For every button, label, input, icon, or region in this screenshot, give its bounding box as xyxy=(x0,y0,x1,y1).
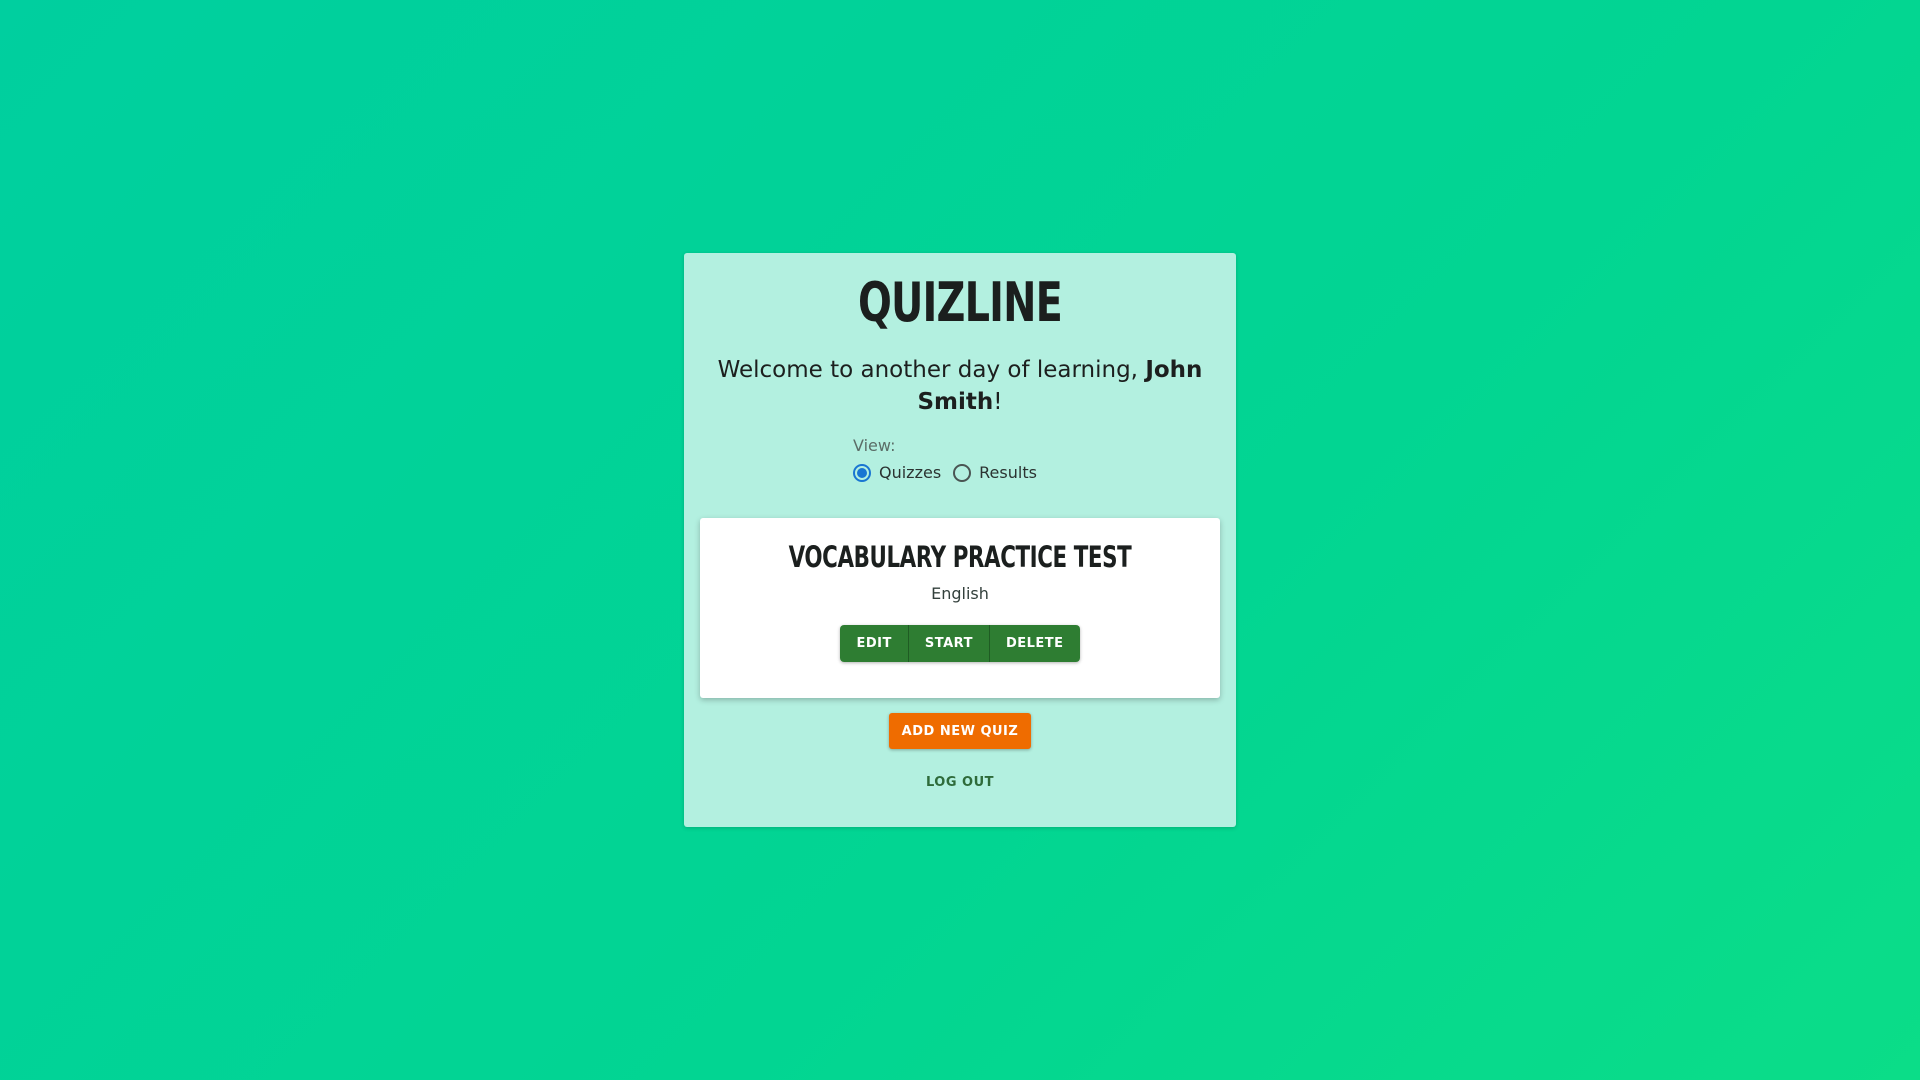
quiz-subject: English xyxy=(931,584,989,603)
edit-button[interactable]: EDIT xyxy=(840,625,909,662)
logout-link[interactable]: LOG OUT xyxy=(684,775,1236,790)
radio-dot xyxy=(857,467,867,478)
radio-unchecked-icon[interactable] xyxy=(953,463,972,482)
add-new-quiz-button[interactable]: ADD NEW QUIZ xyxy=(889,713,1031,749)
view-label: View: xyxy=(853,436,896,455)
radio-quizzes[interactable]: Quizzes xyxy=(853,463,941,482)
view-radio-group: Quizzes Results xyxy=(853,463,1037,482)
welcome-suffix: ! xyxy=(993,389,1003,416)
radio-results[interactable]: Results xyxy=(953,463,1037,482)
quiz-action-buttons: EDIT START DELETE xyxy=(840,625,1080,662)
main-panel: QUIZLINE Welcome to another day of learn… xyxy=(684,253,1236,827)
welcome-message: Welcome to another day of learning, John… xyxy=(704,354,1216,418)
quiz-title: VOCABULARY PRACTICE TEST xyxy=(788,540,1132,574)
app-title: QUIZLINE xyxy=(857,271,1063,334)
delete-button[interactable]: DELETE xyxy=(989,625,1080,662)
radio-quizzes-label: Quizzes xyxy=(879,463,942,482)
radio-results-label: Results xyxy=(979,463,1037,482)
radio-checked-icon[interactable] xyxy=(853,463,871,482)
start-button[interactable]: START xyxy=(908,625,990,662)
quiz-card: VOCABULARY PRACTICE TEST English EDIT ST… xyxy=(700,518,1220,698)
welcome-prefix: Welcome to another day of learning, xyxy=(717,357,1146,384)
view-selector: View: Quizzes Results xyxy=(853,436,1037,482)
